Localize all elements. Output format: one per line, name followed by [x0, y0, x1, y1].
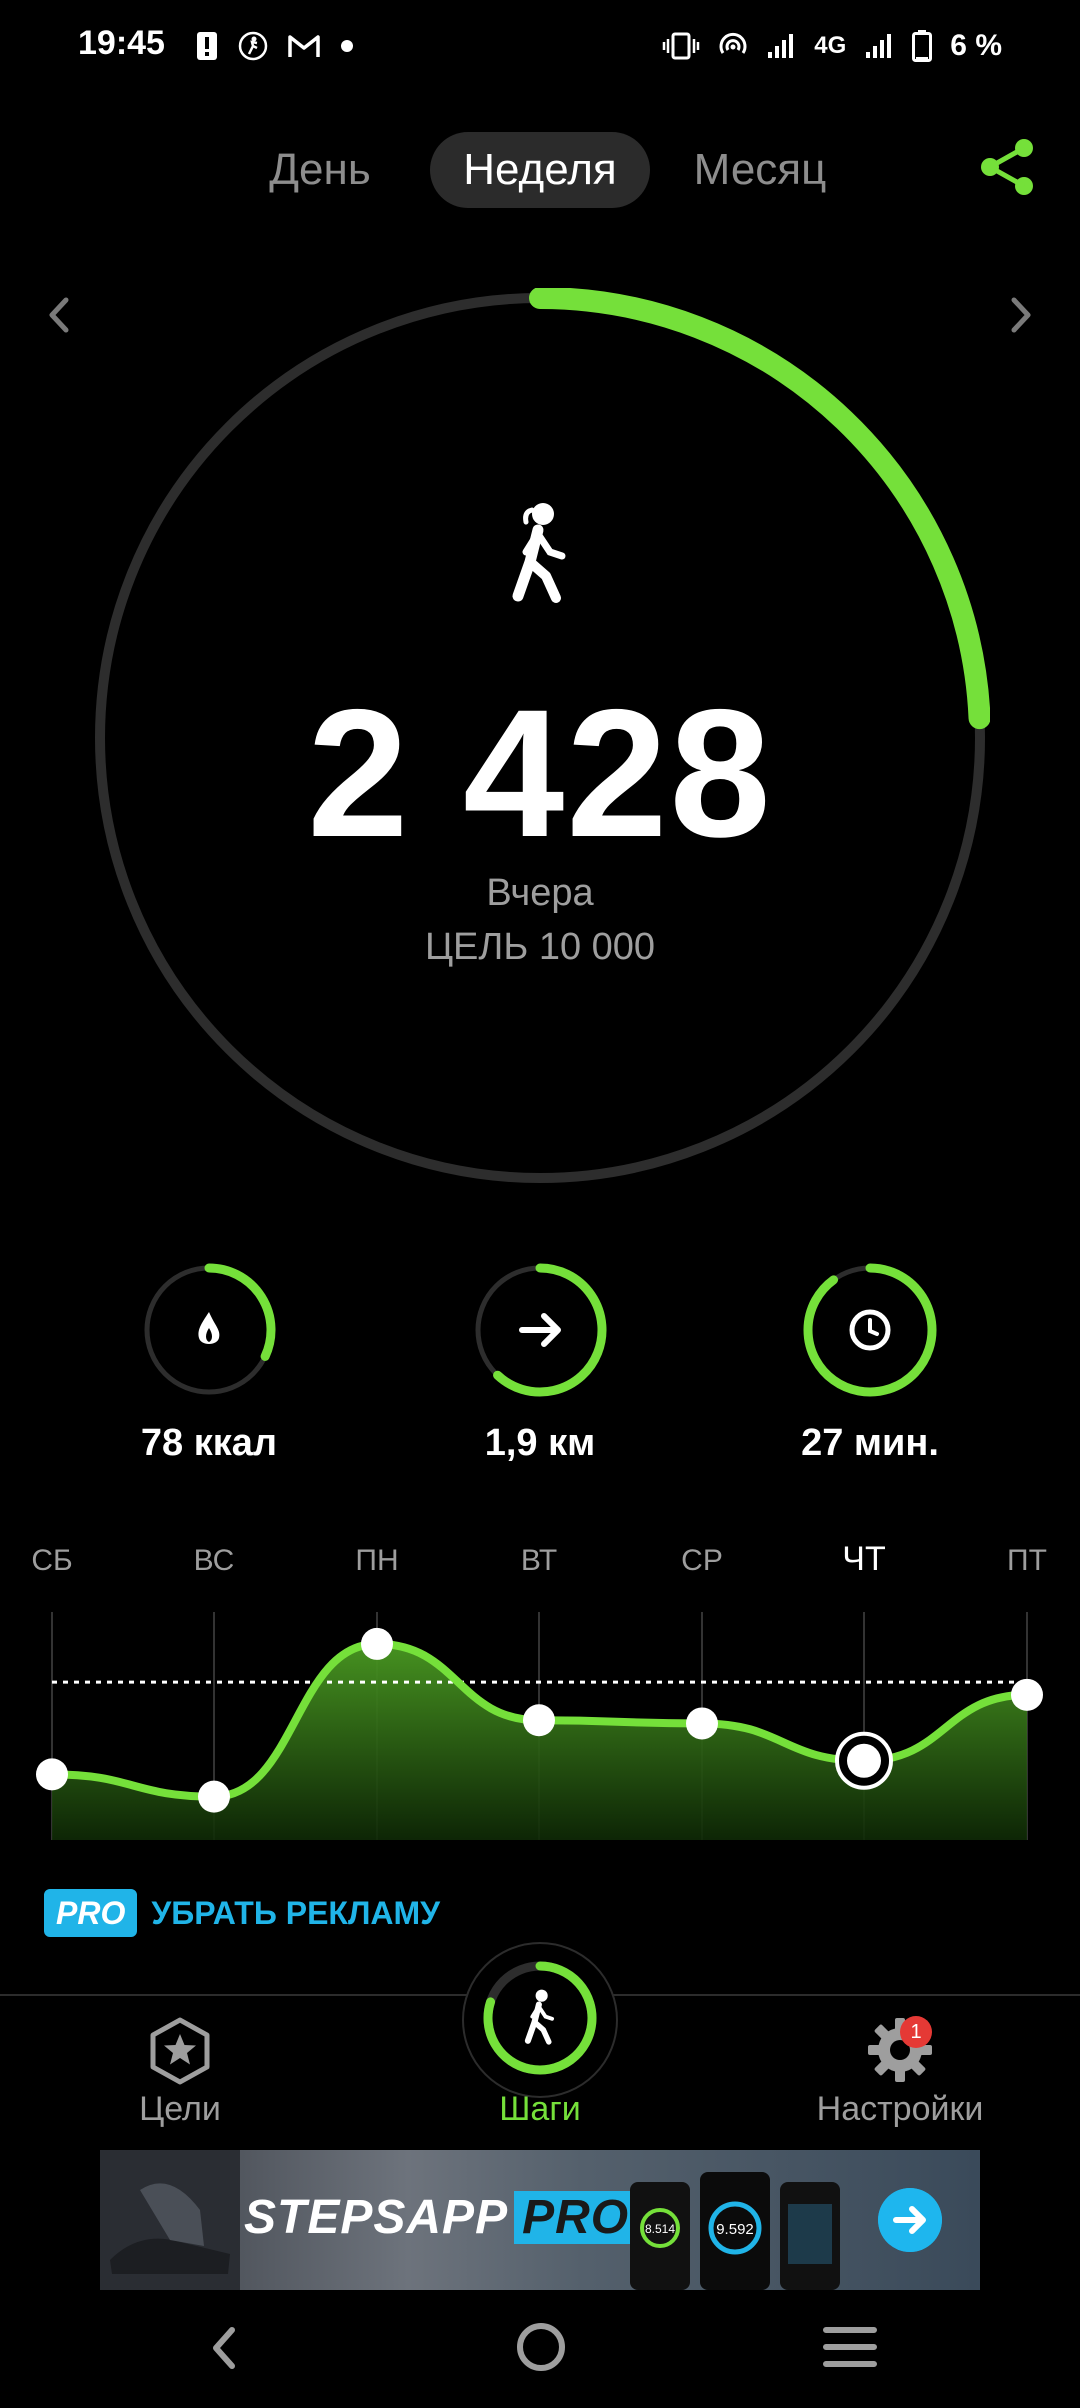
- walker-icon: [512, 503, 566, 603]
- signal-4g-icon: [866, 34, 892, 58]
- ad-phones-image: 8.514 9.592: [630, 2172, 840, 2290]
- network-type: 4G: [814, 32, 847, 59]
- star-badge-icon[interactable]: [145, 2016, 215, 2086]
- dot-icon: [341, 40, 353, 52]
- tab-week[interactable]: Неделя: [430, 132, 650, 208]
- chart-point-ВС[interactable]: [198, 1780, 230, 1813]
- steps-period: Вчера: [486, 872, 594, 914]
- day-label-mon[interactable]: ПН: [317, 1544, 437, 1578]
- home-icon[interactable]: [514, 2320, 568, 2374]
- chart-point-СБ[interactable]: [36, 1758, 68, 1791]
- vibrate-icon: [663, 32, 700, 60]
- day-label-thu[interactable]: ЧТ: [804, 1540, 924, 1579]
- alert-icon: [197, 32, 217, 60]
- svg-text:9.592: 9.592: [716, 2221, 754, 2238]
- tab-month[interactable]: Месяц: [680, 132, 840, 208]
- chart-point-СР[interactable]: [686, 1707, 718, 1740]
- nav-steps[interactable]: Шаги: [390, 2090, 690, 2129]
- svg-text:8.514: 8.514: [645, 2222, 675, 2236]
- gmail-icon: [288, 35, 320, 57]
- day-label-tue[interactable]: ВТ: [479, 1544, 599, 1578]
- distance-ring: [475, 1263, 607, 1397]
- sneaker-image: [100, 2150, 240, 2290]
- time-ring: [803, 1263, 937, 1397]
- ad-banner[interactable]: STEPSAPP PRO 8.514 9.592: [100, 2150, 980, 2290]
- nav-settings[interactable]: Настройки: [750, 2090, 1050, 2129]
- remove-ads-link[interactable]: PRO УБРАТЬ РЕКЛАМУ: [44, 1888, 440, 1938]
- day-label-wed[interactable]: СР: [642, 1544, 762, 1578]
- battery-percent: 6 %: [950, 29, 1002, 62]
- chart-point-ЧТ[interactable]: [847, 1743, 881, 1778]
- arrow-right-icon: [519, 1313, 561, 1347]
- settings-badge: 1: [900, 2016, 932, 2048]
- status-time: 19:45: [78, 24, 165, 62]
- status-right: 4G 6 %: [662, 24, 1002, 68]
- system-nav-bar: [0, 2290, 1080, 2408]
- status-left-icons: [196, 24, 354, 68]
- ad-go-arrow-icon[interactable]: [878, 2188, 942, 2252]
- ring-progress: [529, 288, 990, 730]
- accessibility-icon: [238, 31, 268, 61]
- period-tabs: День Неделя Месяц: [0, 132, 1080, 208]
- walker-icon: [524, 1989, 555, 2045]
- signal-icon: [768, 34, 794, 58]
- distance-label: 1,9 км: [484, 1422, 596, 1464]
- steps-count: 2 428: [307, 671, 773, 875]
- flame-icon: [198, 1312, 220, 1344]
- chart-point-ПТ[interactable]: [1011, 1678, 1043, 1711]
- clock-icon: [849, 1309, 891, 1351]
- back-icon[interactable]: [200, 2318, 250, 2378]
- day-label-sat[interactable]: СБ: [0, 1544, 112, 1578]
- tab-day[interactable]: День: [256, 132, 384, 208]
- day-label-fri[interactable]: ПТ: [967, 1544, 1080, 1578]
- time-label: 27 мин.: [801, 1422, 939, 1464]
- remove-ads-text: УБРАТЬ РЕКЛАМУ: [151, 1894, 441, 1931]
- pro-badge: PRO: [44, 1889, 138, 1937]
- calories-ring: [144, 1263, 276, 1395]
- menu-icon[interactable]: [822, 2322, 878, 2372]
- battery-icon: [912, 30, 933, 62]
- steps-goal: ЦЕЛЬ 10 000: [424, 926, 656, 968]
- chart-point-ПН[interactable]: [361, 1627, 393, 1660]
- nav-goals[interactable]: Цели: [30, 2090, 330, 2129]
- calories-label: 78 ккал: [140, 1422, 278, 1464]
- hotspot-icon: [719, 32, 747, 54]
- next-period-arrow[interactable]: [990, 280, 1050, 350]
- day-label-sun[interactable]: ВС: [154, 1544, 274, 1578]
- weekly-steps-chart: [36, 1612, 1043, 1840]
- nav-steps-button[interactable]: [480, 1958, 600, 2078]
- prev-period-arrow[interactable]: [30, 280, 90, 350]
- chart-point-ВТ[interactable]: [523, 1704, 555, 1737]
- ad-title: STEPSAPP PRO: [244, 2190, 638, 2245]
- share-icon[interactable]: [976, 136, 1038, 198]
